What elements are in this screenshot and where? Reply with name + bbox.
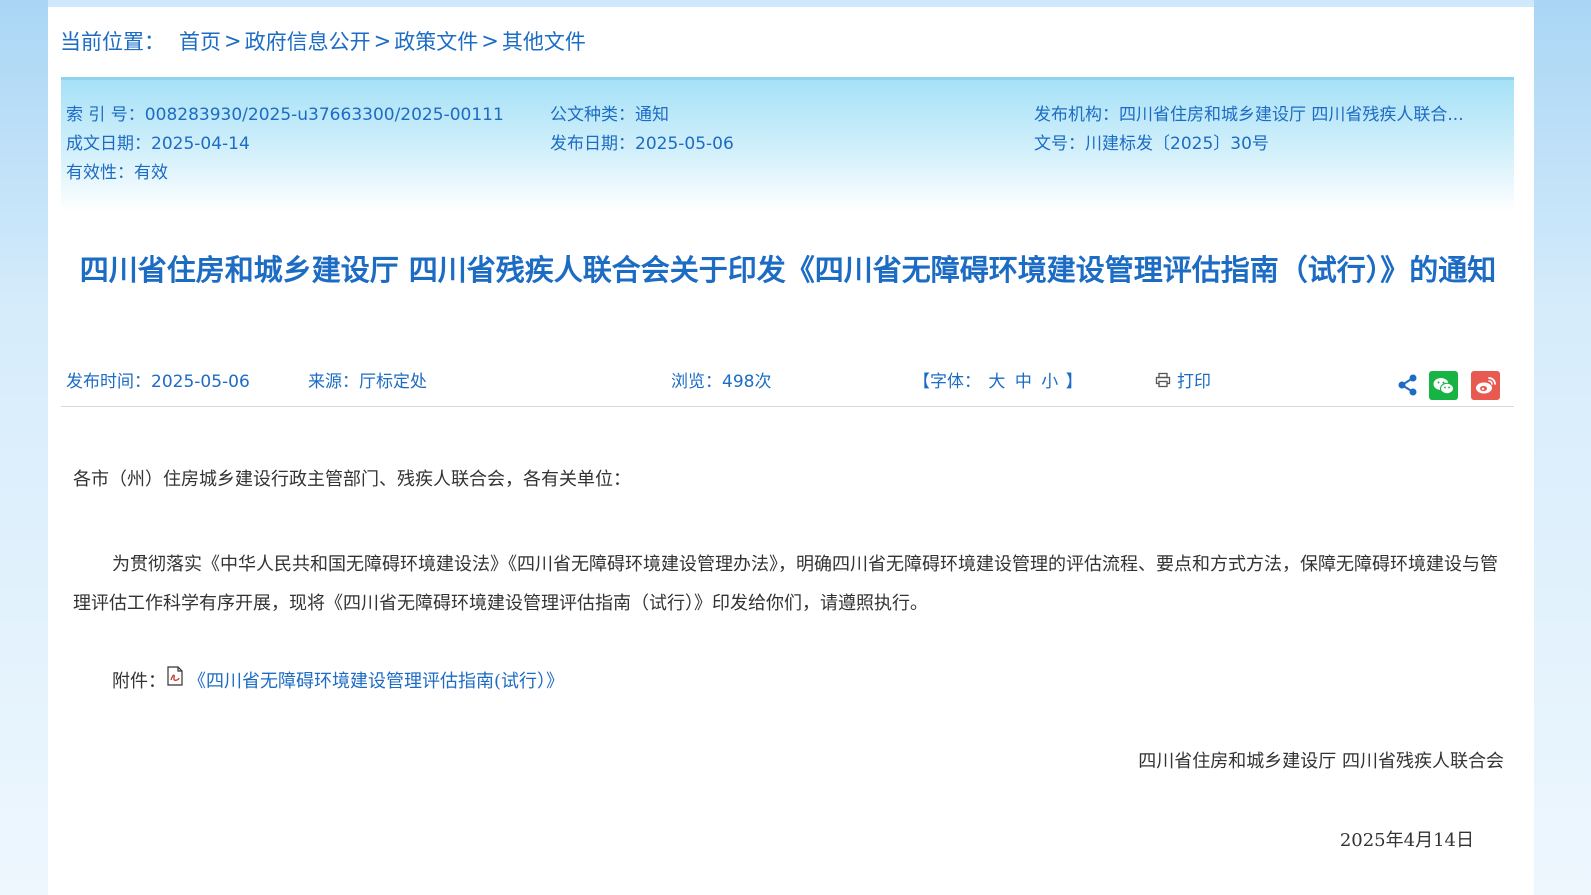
document-metadata-panel: 索 引 号：008283930/2025-u37663300/2025-0011…	[61, 77, 1514, 212]
meta-validity: 有效性：有效	[66, 163, 168, 183]
weibo-share-icon[interactable]	[1471, 371, 1500, 400]
attachment-line: 附件： 《四川省无障碍环境建设管理评估指南(试行）》	[112, 666, 564, 693]
font-size-label-close: 】	[1065, 372, 1083, 392]
font-size-small-button[interactable]: 小	[1041, 372, 1058, 392]
article-info-bar: 发布时间：2025-05-06 来源：厅标定处 浏览：498次 【字体： 大 中…	[61, 363, 1514, 407]
article-card: 当前位置： 首页 > 政府信息公开 > 政策文件 > 其他文件 索 引 号：00…	[48, 7, 1534, 895]
font-size-large-button[interactable]: 大	[988, 372, 1005, 392]
meta-doc-no: 文号：川建标发〔2025〕30号	[1034, 134, 1269, 154]
main-paragraph: 为贯彻落实《中华人民共和国无障碍环境建设法》《四川省无障碍环境建设管理办法》，明…	[73, 554, 1498, 614]
greeting: 各市（州）住房城乡建设行政主管部门、残疾人联合会，各有关单位：	[73, 469, 631, 490]
breadcrumb-home[interactable]: 首页	[179, 26, 221, 56]
share-icon[interactable]	[1397, 373, 1419, 397]
meta-index-no: 索 引 号：008283930/2025-u37663300/2025-0011…	[66, 105, 504, 125]
publish-time: 发布时间：2025-05-06	[66, 372, 250, 392]
page-background-right	[1534, 0, 1591, 895]
printer-icon	[1155, 372, 1171, 387]
breadcrumb-gov-info[interactable]: 政府信息公开	[245, 26, 371, 56]
breadcrumb-label: 当前位置：	[60, 30, 165, 54]
article-title: 四川省住房和城乡建设厅 四川省残疾人联合会关于印发《四川省无障碍环境建设管理评估…	[79, 253, 1497, 287]
signature-date: 2025年4月14日	[1339, 830, 1474, 851]
breadcrumb-separator: >	[481, 29, 499, 53]
signature: 四川省住房和城乡建设厅 四川省残疾人联合会	[1138, 751, 1504, 772]
breadcrumb-policy-docs[interactable]: 政策文件	[394, 26, 478, 56]
attachment-label: 附件：	[112, 671, 166, 692]
breadcrumb: 当前位置： 首页 > 政府信息公开 > 政策文件 > 其他文件	[60, 27, 586, 55]
meta-doc-type: 公文种类：通知	[550, 105, 669, 125]
wechat-share-icon[interactable]	[1429, 371, 1458, 400]
pdf-icon	[167, 666, 183, 686]
print-button[interactable]: 打印	[1155, 367, 1211, 392]
print-label: 打印	[1177, 372, 1211, 392]
breadcrumb-separator: >	[224, 29, 242, 53]
page-background-left	[0, 0, 48, 895]
meta-written-date: 成文日期：2025-04-14	[66, 134, 250, 154]
attachment-link[interactable]: 《四川省无障碍环境建设管理评估指南(试行）》	[188, 667, 564, 693]
view-count: 浏览：498次	[671, 372, 772, 392]
meta-publisher: 发布机构：四川省住房和城乡建设厅 四川省残疾人联合...	[1034, 105, 1464, 125]
font-size-medium-button[interactable]: 中	[1015, 372, 1032, 392]
font-size-control: 【字体： 大 中 小 】	[913, 367, 1083, 392]
weibo-logo-icon	[1475, 377, 1496, 394]
breadcrumb-other-docs[interactable]: 其他文件	[502, 26, 586, 56]
font-size-label-open: 【字体：	[913, 372, 981, 392]
wechat-logo-icon	[1433, 377, 1454, 394]
source: 来源：厅标定处	[308, 372, 427, 392]
breadcrumb-separator: >	[373, 29, 392, 53]
meta-publish-date: 发布日期：2025-05-06	[550, 134, 734, 154]
